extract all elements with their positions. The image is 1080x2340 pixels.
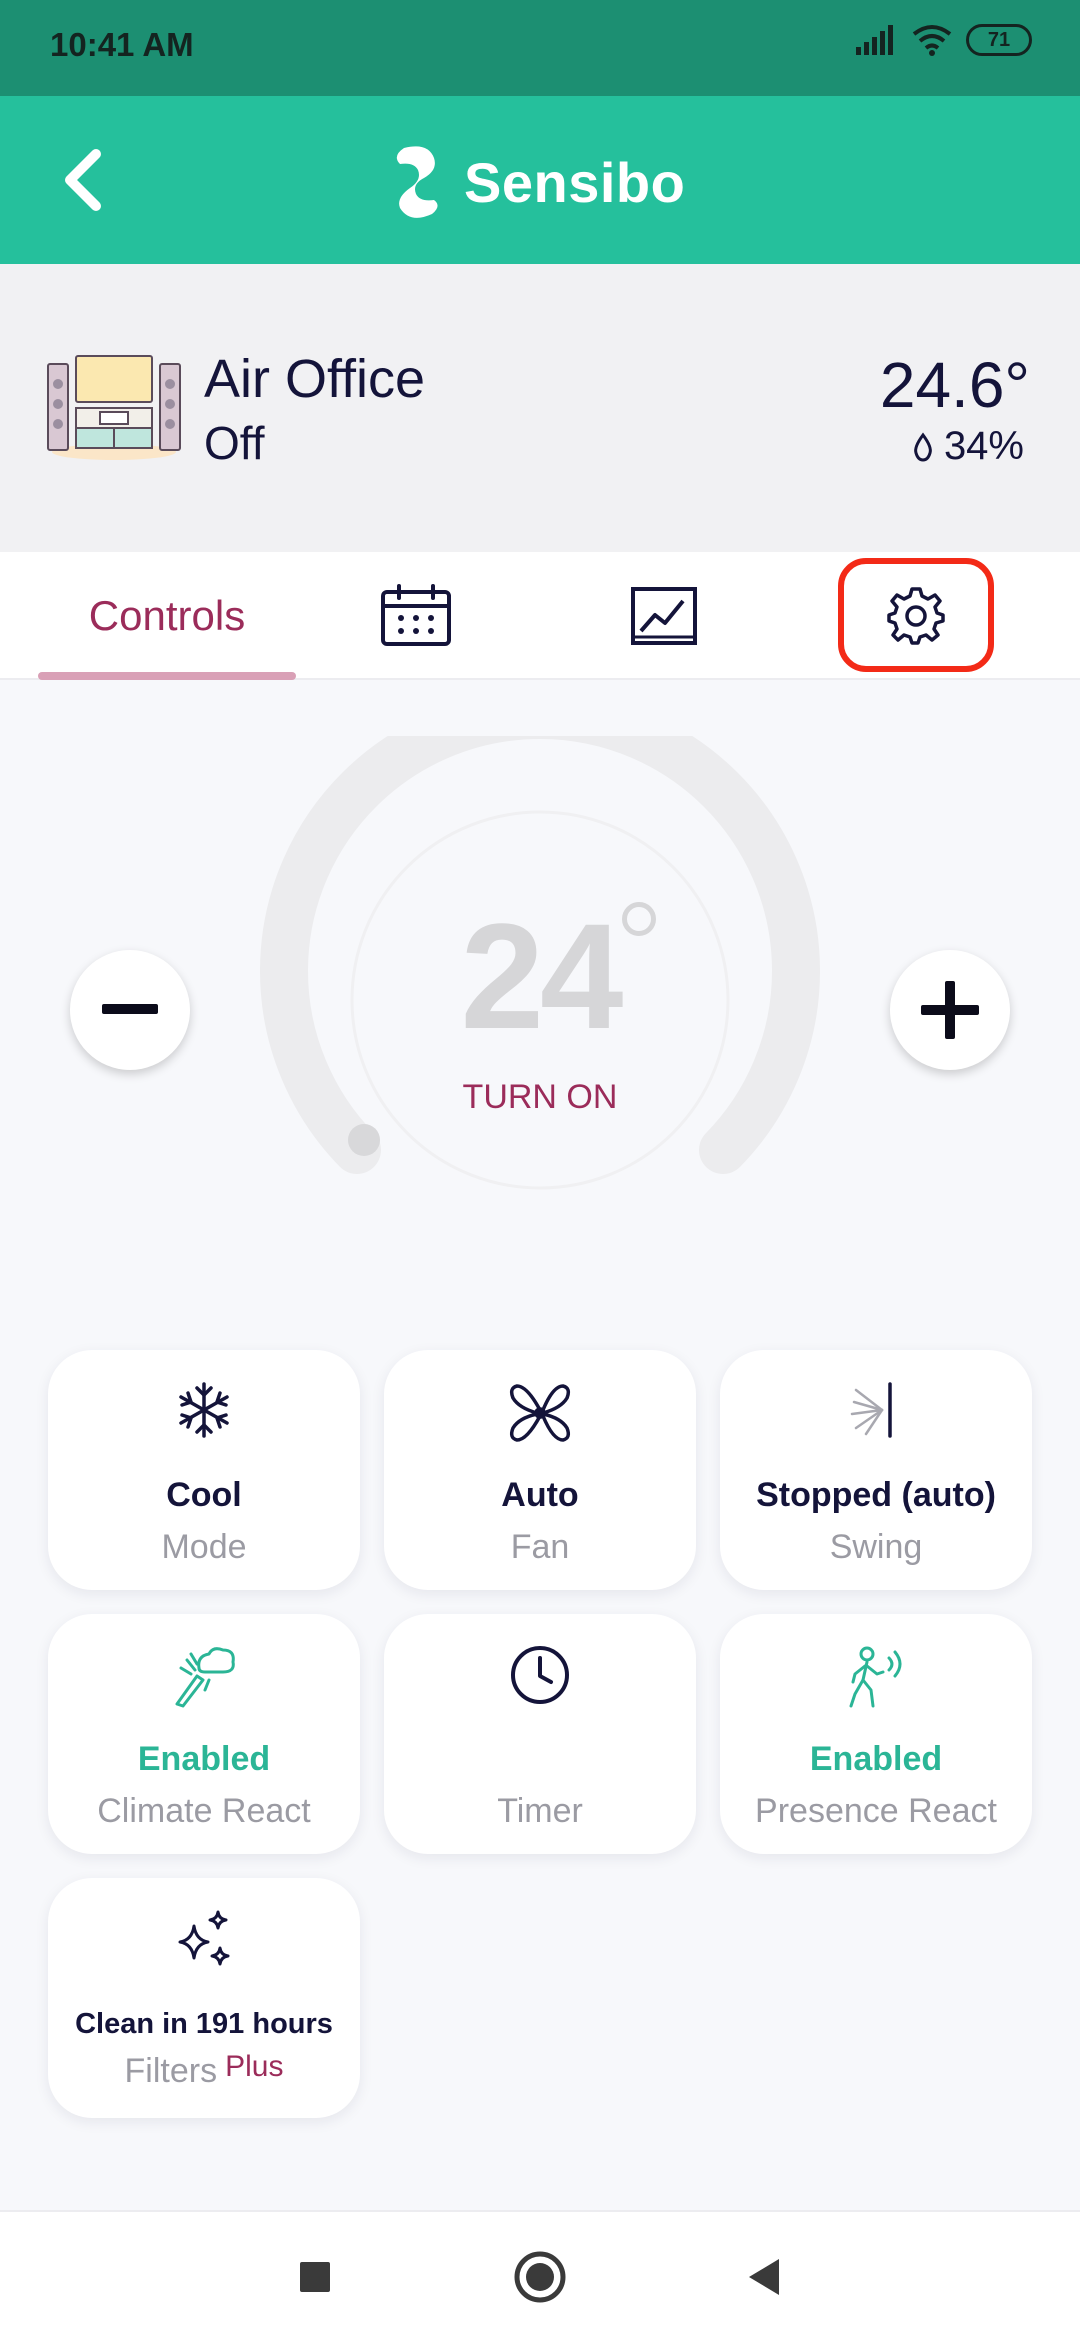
tab-controls-label: Controls (88, 592, 246, 639)
humidity-value: 34% (943, 424, 1024, 468)
increase-temperature-button[interactable] (890, 950, 1010, 1070)
swing-card[interactable]: Stopped (auto) Swing (720, 1350, 1032, 1590)
system-back-button[interactable] (728, 2242, 798, 2312)
presence-react-label: Presence React (755, 1792, 997, 1830)
clock-icon (384, 1644, 696, 1714)
tab-settings[interactable] (838, 558, 994, 672)
fan-label: Fan (510, 1528, 570, 1566)
tab-controls[interactable]: Controls (38, 552, 296, 680)
snowflake-icon (48, 1380, 360, 1450)
brand: Sensibo (390, 140, 685, 224)
climate-react-label: Climate React (97, 1792, 311, 1830)
timer-card[interactable]: Timer (384, 1614, 696, 1854)
plus-badge: Plus (225, 2050, 284, 2083)
tab-bar: Controls (0, 552, 1080, 680)
timer-label: Timer (497, 1792, 583, 1830)
signal-icon (856, 25, 893, 55)
tab-schedule[interactable] (356, 552, 476, 680)
status-time: 10:41 AM (50, 26, 194, 63)
presence-react-value: Enabled (809, 1740, 943, 1778)
device-state: Off (204, 417, 265, 469)
home-icon (514, 2251, 566, 2303)
device-name: Air Office (204, 349, 426, 409)
active-tab-indicator (38, 672, 296, 680)
gear-icon (887, 587, 945, 645)
climate-react-card[interactable]: Enabled Climate React (48, 1614, 360, 1854)
dial-handle (348, 1124, 380, 1156)
swing-icon (720, 1380, 1032, 1450)
climate-react-icon (48, 1644, 360, 1714)
thermostat: 24 TURN ON (0, 700, 1080, 1260)
back-icon (749, 2259, 779, 2295)
fan-value: Auto (501, 1476, 579, 1514)
fan-card[interactable]: Auto Fan (384, 1350, 696, 1590)
home-theater-icon (47, 355, 181, 460)
app-bar: Sensibo (0, 96, 1080, 264)
status-bar: 10:41 AM 71 (0, 0, 1080, 96)
climate-react-value: Enabled (137, 1740, 271, 1778)
minus-icon (102, 1004, 158, 1014)
recent-apps-button[interactable] (280, 2242, 350, 2312)
mode-label: Mode (161, 1528, 247, 1566)
brand-name: Sensibo (464, 150, 686, 214)
recent-apps-icon (300, 2262, 330, 2292)
mode-card[interactable]: Cool Mode (48, 1350, 360, 1590)
presence-icon (720, 1644, 1032, 1714)
degree-symbol (622, 902, 656, 936)
turn-on-button[interactable]: TURN ON (0, 1078, 1080, 1117)
chart-icon (631, 587, 697, 645)
battery-icon: 71 (966, 24, 1032, 56)
filters-card[interactable]: Clean in 191 hours Filters Plus (48, 1878, 360, 2118)
home-button[interactable] (505, 2242, 575, 2312)
wifi-icon (912, 25, 952, 56)
room-temperature: 24.6° (879, 349, 1030, 421)
decrease-temperature-button[interactable] (70, 950, 190, 1070)
chevron-left-icon (65, 149, 101, 211)
filters-value: Clean in 191 hours (75, 2008, 333, 2040)
system-nav-bar (0, 2210, 1080, 2340)
mode-value: Cool (166, 1476, 242, 1514)
filters-label-row: Filters Plus (48, 2050, 360, 2091)
tab-history[interactable] (604, 552, 724, 680)
device-header: Air Office Off 24.6° 34% (0, 264, 1080, 552)
humidity-readout: 34% (912, 424, 1024, 469)
drop-icon (914, 431, 932, 462)
swing-value: Stopped (auto) (756, 1476, 996, 1514)
calendar-icon (381, 584, 451, 646)
filters-label: Filters (124, 2052, 218, 2090)
swing-label: Swing (829, 1528, 923, 1566)
status-icons: 71 (854, 24, 1032, 56)
presence-react-card[interactable]: Enabled Presence React (720, 1614, 1032, 1854)
back-button[interactable] (48, 136, 128, 224)
sparkle-icon (48, 1908, 360, 1978)
plus-icon (921, 981, 979, 1039)
sensibo-logo-icon (396, 146, 438, 218)
fan-icon (384, 1380, 696, 1450)
